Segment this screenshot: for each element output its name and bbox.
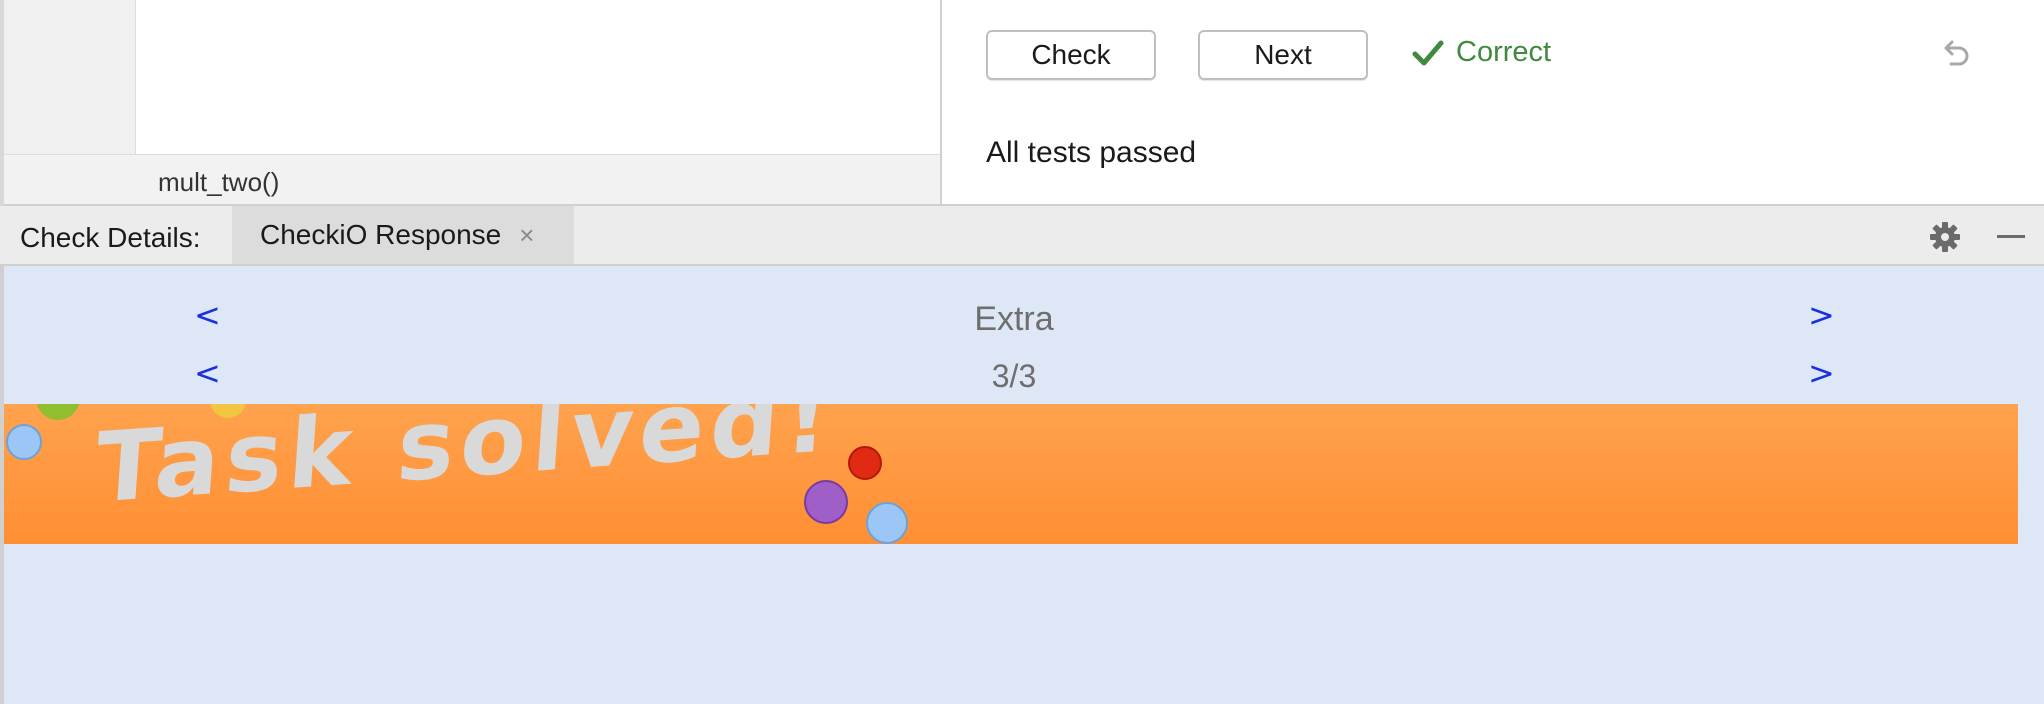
task-panel: Check Next Correct All tests passed (942, 0, 2044, 206)
breadcrumb[interactable]: mult_two() (158, 167, 279, 198)
tool-window-title: Check Details: (20, 222, 201, 253)
gear-icon[interactable] (1928, 220, 1962, 254)
close-icon[interactable]: × (519, 220, 534, 251)
editor-code-area[interactable] (137, 0, 940, 154)
result-message: All tests passed (986, 136, 1197, 169)
tool-window-header: Check Details: CheckiO Response × (0, 206, 2044, 266)
check-button[interactable]: Check (986, 30, 1156, 80)
code-editor[interactable]: mult_two() (0, 0, 942, 206)
check-status: Correct (1412, 36, 1551, 69)
purple-ball (804, 480, 848, 524)
green-ball (36, 404, 80, 420)
red-ball (848, 446, 882, 480)
editor-gutter (4, 0, 136, 154)
next-button[interactable]: Next (1198, 30, 1368, 80)
minimize-icon[interactable] (1994, 220, 2028, 254)
test-index-label: 3/3 (991, 358, 1037, 394)
category-nav: < Extra > (4, 296, 2024, 346)
tab-label: CheckiO Response (260, 219, 502, 250)
undo-icon[interactable] (1937, 36, 1973, 72)
tab-checkio-response[interactable]: CheckiO Response × (232, 206, 574, 264)
category-label: Extra (974, 300, 1054, 338)
blue-ball (6, 424, 42, 460)
test-index-nav: < 3/3 > (4, 354, 2024, 404)
next-test-link[interactable]: > (1808, 354, 1835, 392)
status-text: Correct (1456, 36, 1552, 68)
breadcrumb-bar: mult_two() (4, 154, 940, 206)
next-category-link[interactable]: > (1808, 296, 1835, 334)
check-icon (1412, 40, 1444, 65)
task-solved-banner: Task solved! (4, 404, 2018, 544)
banner-text: Task solved! (92, 404, 839, 525)
blue-ball (866, 502, 908, 544)
